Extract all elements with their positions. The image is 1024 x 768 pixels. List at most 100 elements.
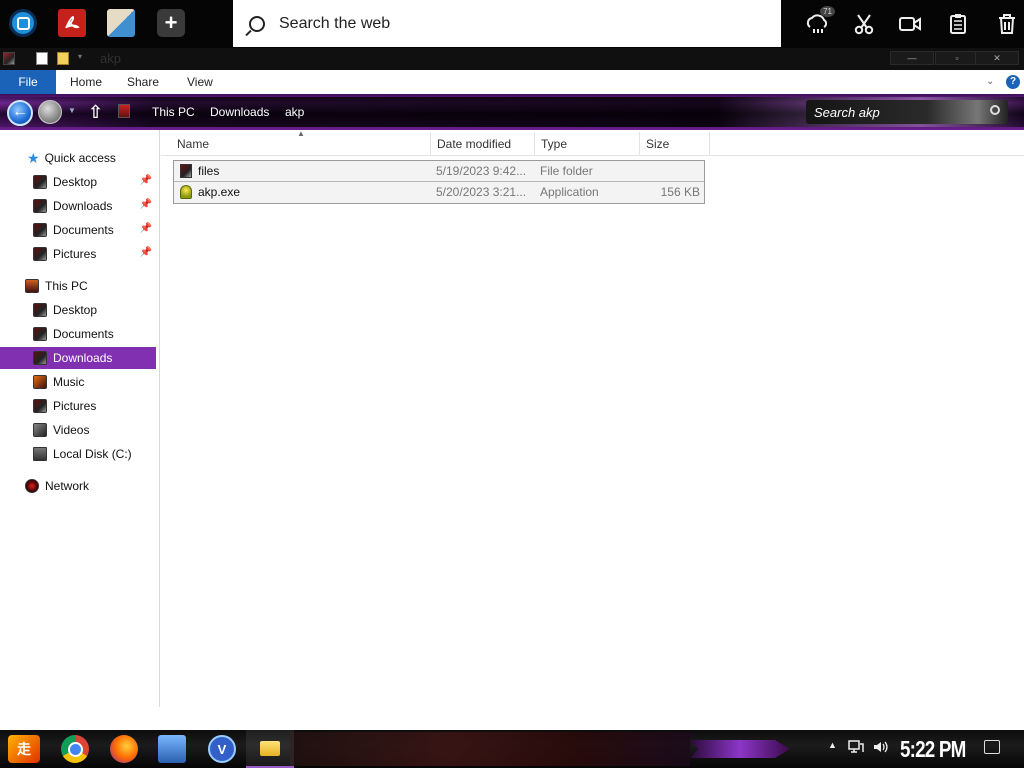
trash-icon[interactable]: [993, 10, 1021, 38]
nav-network[interactable]: Network: [0, 475, 156, 497]
search-icon: [249, 15, 265, 32]
pin-icon[interactable]: 📌: [140, 199, 152, 210]
window-app-icon[interactable]: [107, 9, 135, 37]
file-size: 156 KB: [660, 185, 700, 199]
downloads-icon: [33, 199, 47, 213]
nav-label: Local Disk (C:): [53, 447, 132, 461]
breadcrumb-akp[interactable]: akp: [285, 105, 304, 119]
app-launcher-icon[interactable]: [9, 9, 37, 37]
chrome-icon[interactable]: [61, 735, 89, 763]
tab-view[interactable]: View: [187, 70, 213, 94]
nav-label: Downloads: [53, 199, 113, 213]
back-button[interactable]: ←: [7, 100, 33, 126]
nav-label: Network: [45, 479, 90, 493]
cloud-icon[interactable]: 71: [803, 6, 835, 38]
recent-locations-chevron-icon[interactable]: ▼: [68, 106, 76, 115]
network-tray-icon[interactable]: [848, 740, 864, 757]
add-app-button[interactable]: +: [157, 9, 185, 37]
file-name: akp.exe: [198, 185, 241, 199]
nav-quick-pictures[interactable]: Pictures 📌: [0, 243, 156, 265]
clipboard-icon[interactable]: [944, 10, 972, 38]
help-icon[interactable]: ?: [1006, 75, 1020, 89]
desktop-icon: [33, 303, 47, 317]
nav-quick-documents[interactable]: Documents 📌: [0, 219, 156, 241]
minimize-button[interactable]: —: [890, 51, 934, 65]
pictures-icon: [33, 399, 47, 413]
nav-quick-desktop[interactable]: Desktop 📌: [0, 171, 156, 193]
tab-share[interactable]: Share: [127, 70, 159, 94]
file-name: files: [198, 164, 220, 178]
breadcrumb-this-pc[interactable]: This PC: [152, 105, 195, 119]
nav-pc-music[interactable]: Music: [0, 371, 156, 393]
file-date: 5/20/2023 3:21...: [436, 185, 527, 199]
top-app-bar: + Search the web 71: [0, 0, 1024, 48]
column-date-modified[interactable]: Date modified: [431, 132, 535, 156]
pin-icon[interactable]: 📌: [140, 175, 152, 186]
scissors-icon[interactable]: [850, 10, 878, 38]
nav-label: Quick access: [44, 151, 116, 165]
folder-search-input[interactable]: [814, 103, 974, 121]
taskbar-app-icon[interactable]: [158, 735, 186, 763]
downloads-icon: [33, 351, 47, 365]
file-list-pane: ▲ Name Date modified Type Size files 5/1…: [161, 129, 1024, 724]
maximize-button[interactable]: ▫: [935, 51, 979, 65]
nav-label: Desktop: [53, 175, 98, 189]
column-header-row: ▲ Name Date modified Type Size: [161, 129, 1024, 156]
nav-this-pc[interactable]: This PC: [0, 275, 156, 297]
customize-toolbar-icon[interactable]: ▾: [78, 52, 90, 65]
window-title-bar: ▾ akp — ▫ ✕: [0, 48, 1024, 70]
file-row-files[interactable]: files 5/19/2023 9:42... File folder: [174, 161, 704, 182]
nav-label: Documents: [53, 327, 114, 341]
tab-home[interactable]: Home: [70, 70, 102, 94]
nav-label: Music: [53, 375, 85, 389]
nav-pc-downloads[interactable]: Downloads: [0, 347, 156, 369]
nav-label: This PC: [45, 279, 88, 293]
file-explorer-icon[interactable]: [246, 730, 294, 768]
breadcrumb-downloads[interactable]: Downloads: [210, 105, 269, 119]
navigation-pane: ★ Quick access Desktop 📌 Downloads 📌 Doc…: [0, 130, 160, 707]
column-name[interactable]: Name: [171, 132, 431, 156]
notification-center-icon[interactable]: [984, 740, 1000, 754]
search-icon[interactable]: [990, 105, 1000, 115]
videos-icon: [33, 423, 47, 437]
properties-icon[interactable]: [36, 52, 48, 65]
volume-icon[interactable]: [872, 740, 890, 757]
clock[interactable]: 5:22 PM: [900, 736, 966, 763]
show-hidden-icons-chevron-icon[interactable]: ▲: [828, 740, 837, 750]
nav-label: Documents: [53, 223, 114, 237]
pdf-reader-icon[interactable]: [58, 9, 86, 37]
forward-button[interactable]: [38, 100, 62, 124]
v-app-icon[interactable]: V: [208, 735, 236, 763]
taskbar: 走 V ▲ 5:22 PM: [0, 730, 1024, 768]
nav-pc-desktop[interactable]: Desktop: [0, 299, 156, 321]
nav-label: Pictures: [53, 247, 97, 261]
taskbar-decoration: [690, 740, 790, 758]
file-date: 5/19/2023 9:42...: [436, 164, 527, 178]
pin-icon[interactable]: 📌: [140, 247, 152, 258]
nav-pc-documents[interactable]: Documents: [0, 323, 156, 345]
folder-search-box: [806, 100, 1008, 124]
web-search-bar[interactable]: Search the web: [233, 0, 781, 47]
file-row-akp-exe[interactable]: akp.exe 5/20/2023 3:21... Application 15…: [174, 182, 704, 203]
tab-file[interactable]: File: [0, 70, 56, 94]
status-bar: [0, 707, 1024, 730]
video-camera-icon[interactable]: [896, 10, 924, 38]
new-folder-icon[interactable]: [57, 52, 69, 65]
column-type[interactable]: Type: [535, 132, 640, 156]
nav-quick-access[interactable]: ★ Quick access: [0, 147, 156, 169]
documents-icon: [33, 223, 47, 237]
expand-ribbon-icon[interactable]: ⌄: [986, 76, 994, 87]
nav-label: Desktop: [53, 303, 98, 317]
music-icon: [33, 375, 47, 389]
desktop-icon: [33, 175, 47, 189]
nav-pc-videos[interactable]: Videos: [0, 419, 156, 441]
pin-icon[interactable]: 📌: [140, 223, 152, 234]
close-button[interactable]: ✕: [975, 51, 1019, 65]
column-size[interactable]: Size: [640, 132, 710, 156]
nav-pc-pictures[interactable]: Pictures: [0, 395, 156, 417]
firefox-icon[interactable]: [110, 735, 138, 763]
start-button[interactable]: 走: [8, 735, 40, 763]
nav-local-disk[interactable]: Local Disk (C:): [0, 443, 156, 465]
up-arrow-icon[interactable]: ⇧: [88, 102, 103, 123]
nav-quick-downloads[interactable]: Downloads 📌: [0, 195, 156, 217]
